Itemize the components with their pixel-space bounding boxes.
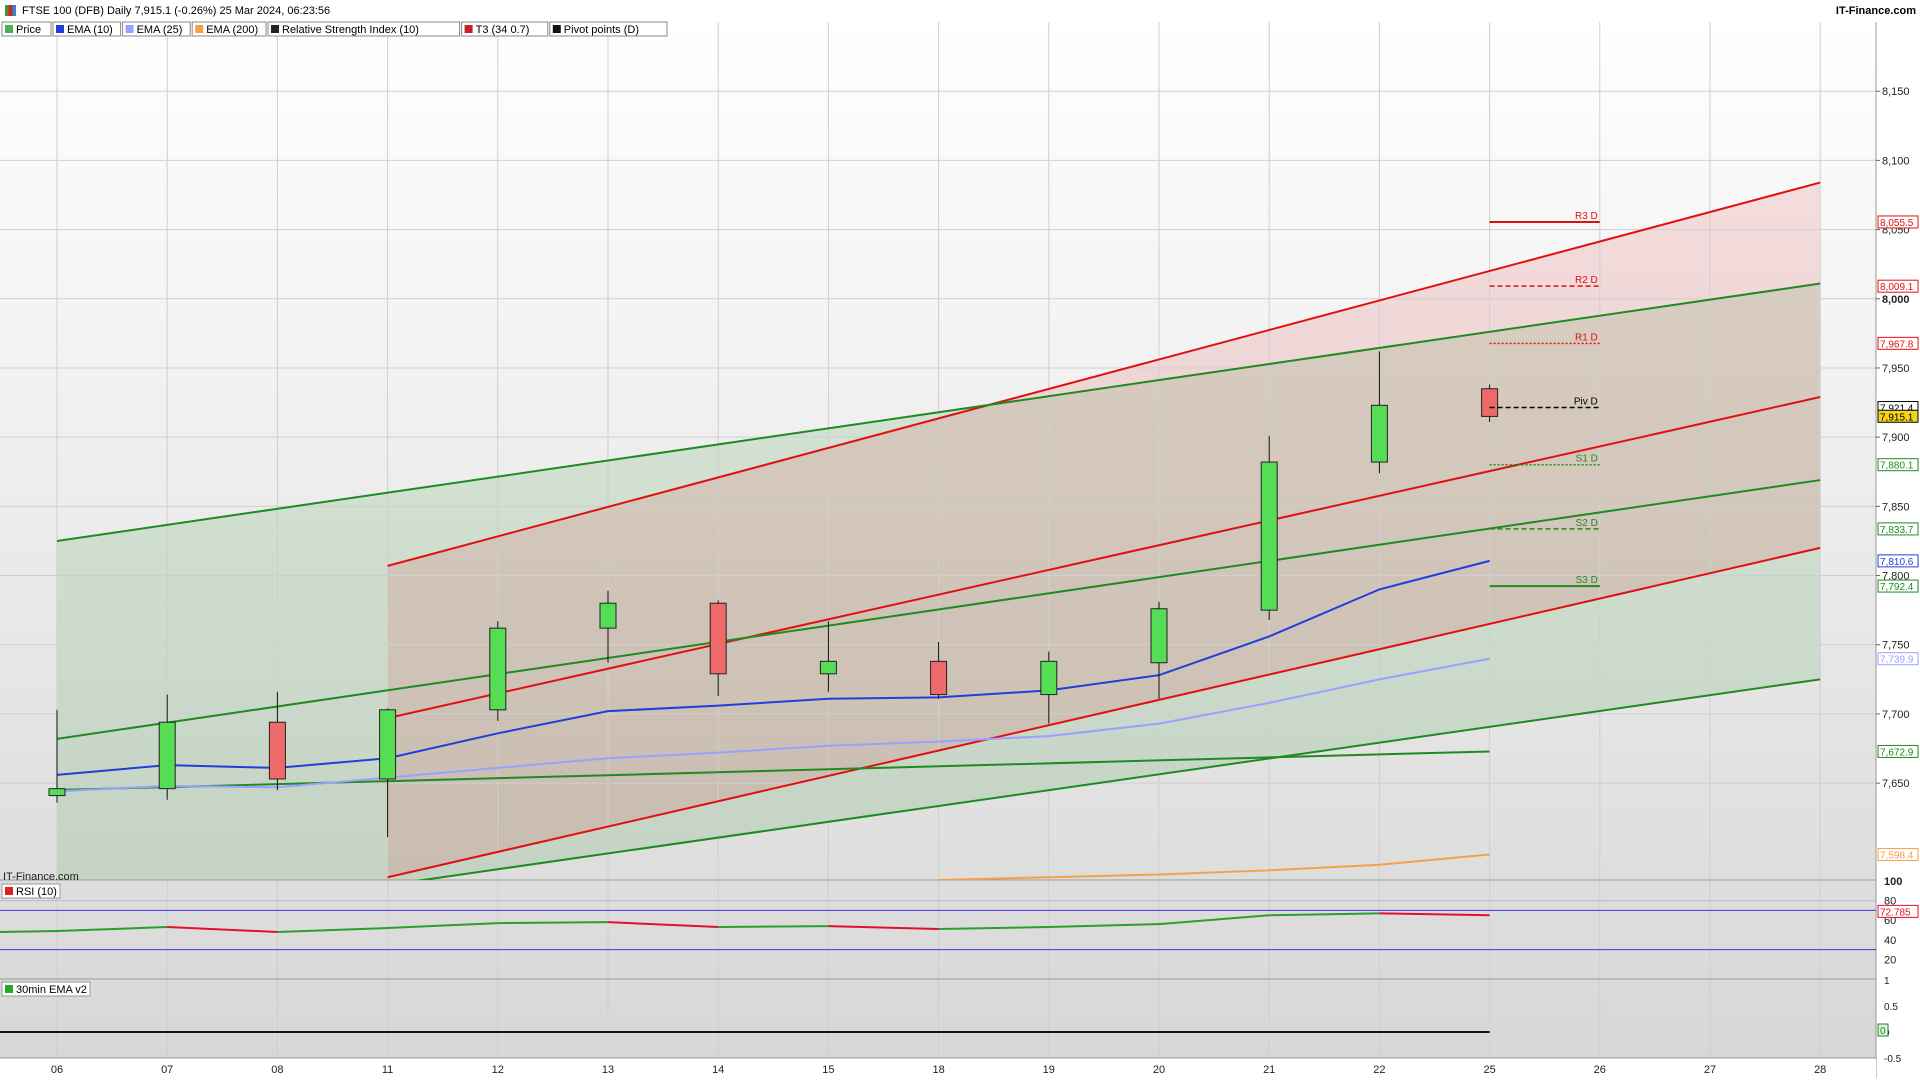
price-tag-text: 7,833.7 — [1880, 525, 1914, 536]
candle-body — [268, 721, 286, 780]
price-axis[interactable]: 7,6507,7007,7507,8007,8507,9007,9508,000… — [1876, 22, 1920, 1078]
ema30-title: 30min EMA v2 — [16, 984, 87, 996]
legend-bar: Price EMA (10) EMA (25) EMA (200) Relative S… — [1, 21, 668, 37]
y-tick-label: 8,000 — [1882, 294, 1910, 306]
legend-label: EMA (25) — [137, 24, 183, 36]
rsi-segment — [718, 925, 829, 929]
rsi-segment — [497, 921, 609, 925]
legend-swatch — [195, 25, 204, 33]
y-tick-label: 8,150 — [1882, 86, 1910, 98]
legend-swatch — [464, 25, 473, 33]
rsi-segment — [0, 929, 58, 933]
rsi-icon — [5, 887, 13, 895]
y-tick-label: 7,650 — [1882, 778, 1910, 790]
pivot-label: S2 D — [1576, 518, 1598, 529]
pivot-label: R1 D — [1575, 332, 1598, 343]
chart-canvas[interactable]: R3 D R2 D R1 D Piv D S1 D S2 D S3 D 7,650 7,700… — [0, 0, 1920, 1080]
candle-body — [1040, 660, 1058, 696]
rsi-tag-text: 72.785 — [1880, 907, 1911, 918]
candle-body — [599, 602, 617, 629]
pivot-label: R3 D — [1575, 211, 1598, 222]
ema30-tick-label: -0.5 — [1884, 1054, 1902, 1065]
x-tick-label: 11 — [382, 1064, 393, 1076]
price-tag-text: 7,810.6 — [1880, 557, 1914, 568]
legend-label: EMA (200) — [206, 24, 258, 36]
price-tag-text: 7,792.4 — [1880, 582, 1914, 593]
rsi-tick-label: 20 — [1884, 954, 1896, 966]
x-tick-label: 25 — [1483, 1064, 1495, 1076]
x-tick-label: 15 — [822, 1064, 834, 1076]
watermark: IT-Finance.com — [3, 871, 79, 883]
x-tick-label: 22 — [1373, 1064, 1385, 1076]
price-tag-text: 7,672.9 — [1880, 747, 1914, 758]
x-tick-label: 08 — [271, 1064, 283, 1076]
brand-link[interactable]: IT-Finance.com — [1836, 5, 1916, 17]
ema30-tick-label: 1 — [1884, 976, 1890, 987]
y-tick-label: 7,950 — [1882, 363, 1910, 375]
pivot-label: R2 D — [1575, 275, 1598, 286]
x-tick-label: 21 — [1263, 1064, 1275, 1076]
legend-swatch — [552, 25, 561, 33]
x-tick-label: 28 — [1814, 1064, 1826, 1076]
legend-label: EMA (10) — [67, 24, 113, 36]
legend-label: Relative Strength Index (10) — [282, 24, 419, 36]
candle-body — [819, 660, 837, 675]
rsi-title: RSI (10) — [16, 886, 57, 898]
x-tick-label: 14 — [712, 1064, 724, 1076]
legend-label: T3 (34 0.7) — [476, 24, 530, 36]
pivot-label: S3 D — [1576, 575, 1598, 586]
chart-title: FTSE 100 (DFB) Daily 7,915.1 (-0.26%) 25… — [22, 5, 331, 17]
ema30-icon — [5, 985, 13, 993]
x-tick-label: 26 — [1594, 1064, 1606, 1076]
header: FTSE 100 (DFB) Daily 7,915.1 (-0.26%) 25… — [0, 0, 1920, 22]
candle-body — [1150, 608, 1168, 664]
candle-body — [48, 788, 66, 797]
legend-label: Pivot points (D) — [564, 24, 639, 36]
rsi-tick-label: 40 — [1884, 935, 1896, 947]
legend-swatch — [125, 25, 134, 33]
candle-body — [1260, 461, 1278, 611]
price-tag-text: 7,967.8 — [1880, 339, 1914, 350]
price-tag-text: 8,009.1 — [1880, 282, 1914, 293]
x-tick-label: 06 — [51, 1064, 63, 1076]
price-tag-text: 7,915.1 — [1880, 412, 1914, 423]
y-tick-label: 7,700 — [1882, 709, 1910, 721]
date-axis[interactable]: 06 07 08 11 12 13 14 15 18 19 20 21 22 25 26 27 28 — [0, 1059, 1876, 1078]
y-tick-label: 7,900 — [1882, 432, 1910, 444]
price-tag-text: 7,880.1 — [1880, 461, 1914, 472]
price-tag-text: 7,598.4 — [1880, 851, 1914, 862]
pivot-label: Piv D — [1574, 397, 1598, 408]
x-tick-label: 27 — [1704, 1064, 1716, 1076]
candle-body — [1370, 404, 1388, 463]
y-tick-label: 8,100 — [1882, 155, 1910, 167]
app-logo-icon — [5, 5, 16, 16]
ema30-tag-text: 0 — [1880, 1026, 1886, 1037]
legend-swatch — [56, 25, 64, 33]
price-tag-text: 8,055.5 — [1880, 218, 1914, 229]
ema30-tick-label: 0.5 — [1884, 1002, 1898, 1013]
x-tick-label: 12 — [492, 1064, 504, 1076]
x-tick-label: 19 — [1043, 1064, 1055, 1076]
candle-body — [379, 709, 397, 780]
x-tick-label: 18 — [932, 1064, 944, 1076]
legend-swatch — [5, 25, 13, 33]
legend-swatch — [271, 25, 279, 33]
candle-body — [709, 602, 727, 675]
rsi-tick-label: 100 — [1884, 876, 1902, 888]
x-tick-label: 07 — [161, 1064, 173, 1076]
candle-body — [158, 721, 176, 790]
pivot-label: S1 D — [1576, 454, 1598, 465]
y-tick-label: 7,750 — [1882, 640, 1910, 652]
candle-body — [489, 627, 507, 711]
y-tick-label: 7,850 — [1882, 501, 1910, 513]
price-tag-text: 7,739.9 — [1880, 655, 1914, 666]
legend-label: Price — [16, 24, 41, 36]
candle-body — [930, 660, 948, 696]
x-tick-label: 20 — [1153, 1064, 1165, 1076]
candle-body — [1481, 388, 1499, 417]
x-tick-label: 13 — [602, 1064, 614, 1076]
